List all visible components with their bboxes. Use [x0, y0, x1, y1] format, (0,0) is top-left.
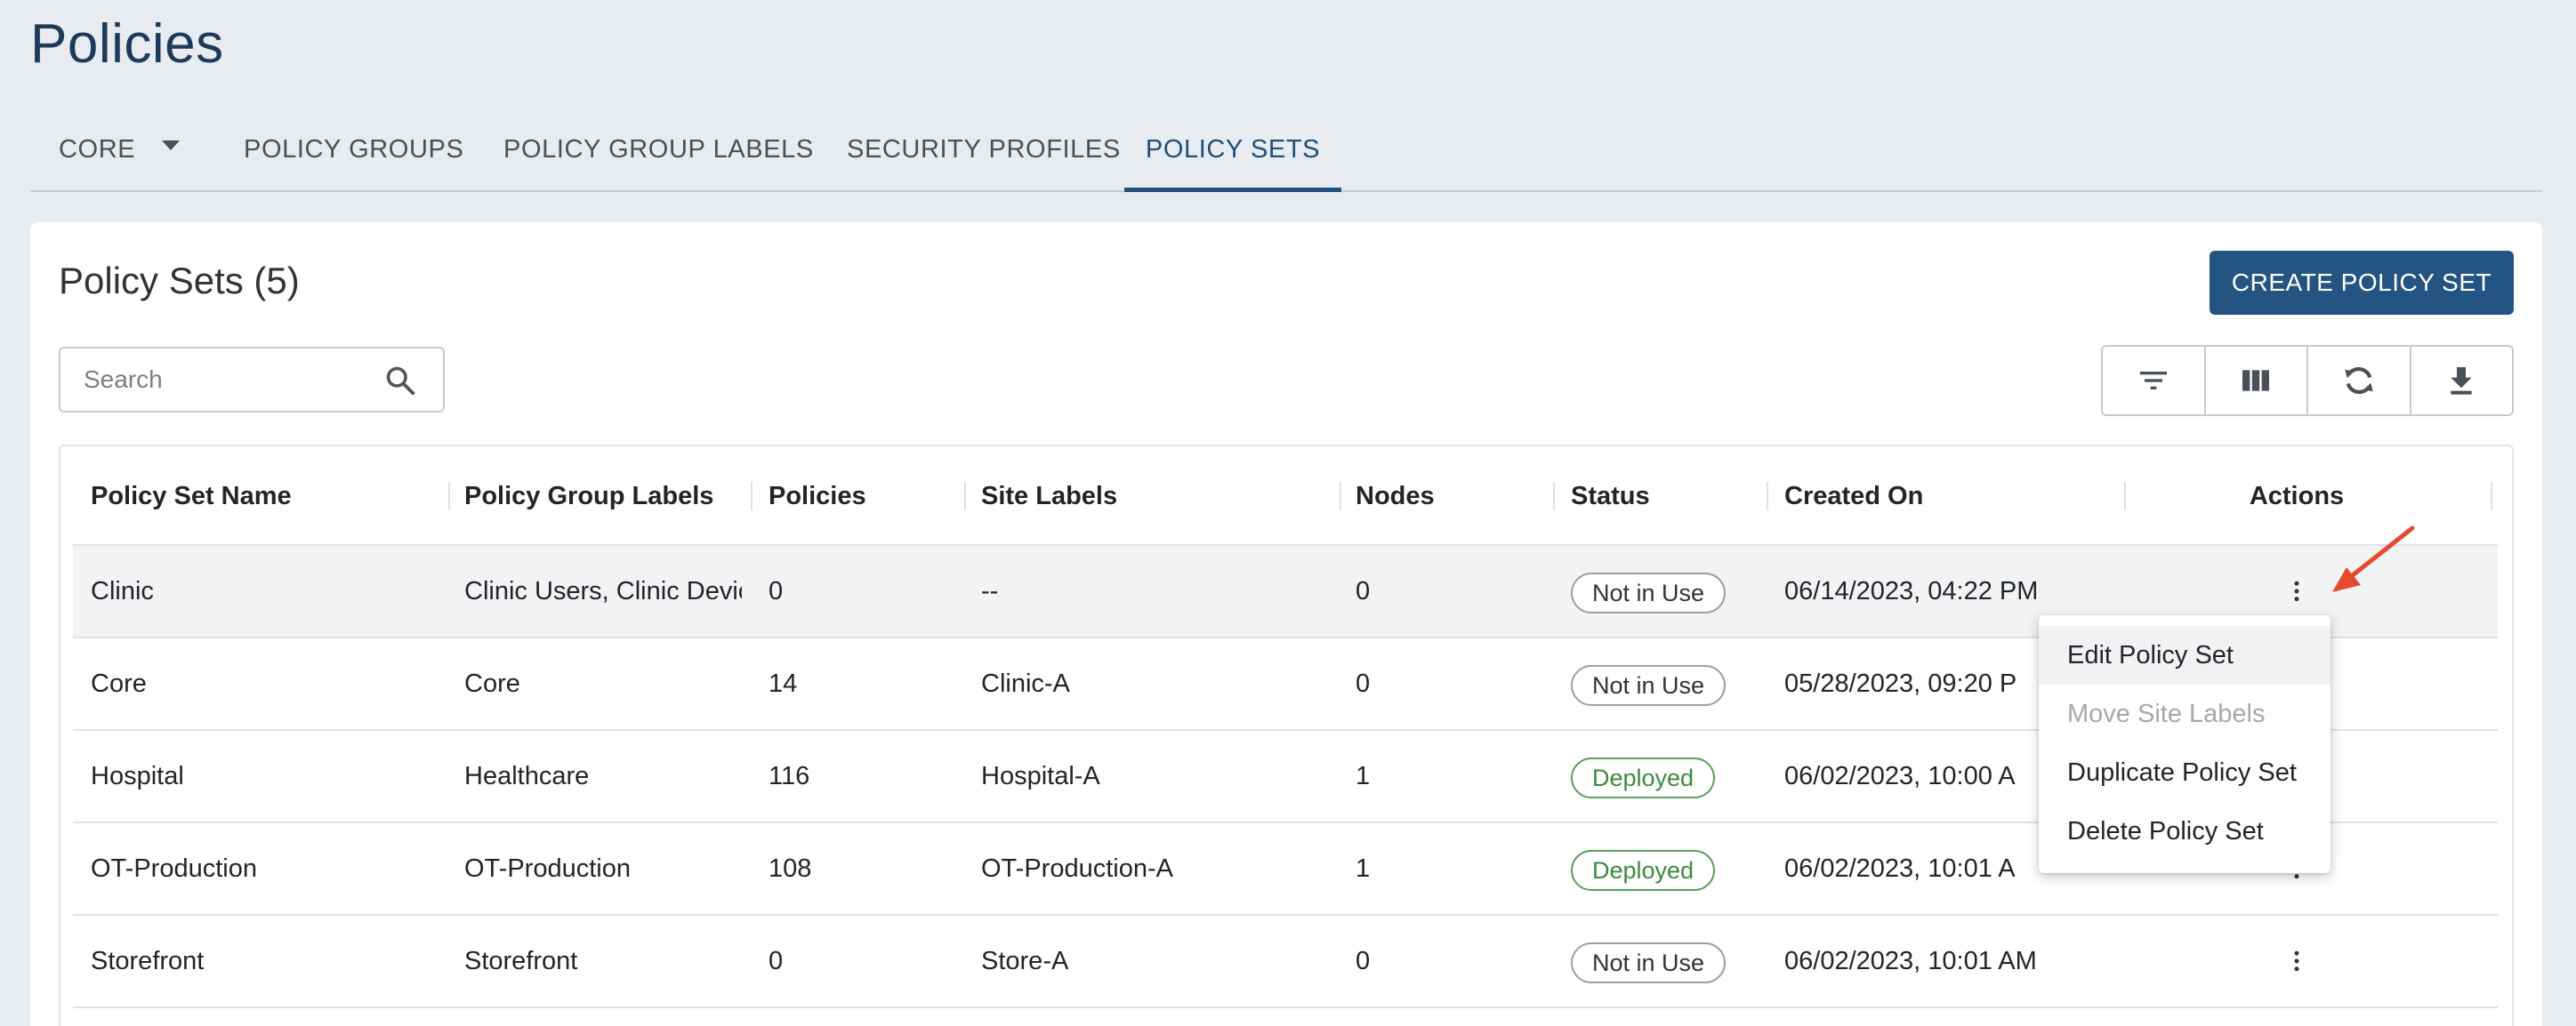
tab-security-profiles[interactable]: SECURITY PROFILES [847, 116, 1121, 192]
page-title: Policies [30, 13, 224, 75]
search-icon[interactable] [384, 365, 416, 397]
menu-item-delete-policy-set[interactable]: Delete Policy Set [2039, 802, 2330, 861]
search-box [59, 347, 445, 413]
cell-policies: 0 [769, 947, 784, 975]
cell-site-labels: Hospital-A [981, 762, 1100, 790]
table-toolbar [2101, 345, 2514, 416]
cell-nodes: 1 [1356, 762, 1371, 790]
refresh-button[interactable] [2308, 347, 2411, 414]
column-header-site-labels[interactable]: Site Labels [981, 446, 1117, 546]
filter-button[interactable] [2103, 347, 2206, 414]
tab-policy-group-labels[interactable]: POLICY GROUP LABELS [503, 116, 814, 192]
cell-nodes: 1 [1356, 854, 1371, 883]
status-badge: Not in Use [1571, 665, 1727, 706]
cell-policies: 116 [769, 762, 810, 790]
menu-item-duplicate-policy-set[interactable]: Duplicate Policy Set [2039, 743, 2330, 802]
column-separator[interactable] [448, 482, 450, 510]
cell-group-labels: Storefront [464, 947, 578, 975]
cell-created-on: 06/02/2023, 10:01 AM [1784, 947, 2037, 975]
tab-policy-sets[interactable]: POLICY SETS [1124, 116, 1341, 192]
tab-core-label: CORE [59, 135, 136, 164]
kebab-menu-icon[interactable] [2283, 578, 2310, 605]
cell-site-labels: OT-Production-A [981, 854, 1173, 883]
cell-created-on: 06/02/2023, 10:00 A [1784, 762, 2016, 790]
cell-group-labels: Clinic Users, Clinic Devic [464, 577, 742, 605]
annotation-arrow-icon [2332, 525, 2415, 592]
column-separator[interactable] [2491, 482, 2492, 510]
cell-policies: 108 [769, 854, 812, 883]
cell-name: Hospital [91, 762, 184, 790]
column-separator[interactable] [1767, 482, 1768, 510]
download-icon [2451, 367, 2472, 395]
status-badge: Not in Use [1571, 942, 1727, 983]
column-header-created-on[interactable]: Created On [1784, 446, 1923, 546]
tab-bar: CORE POLICY GROUPS POLICY GROUP LABELS S… [30, 116, 2542, 192]
columns-button[interactable] [2206, 347, 2308, 414]
cell-name: OT-Production [91, 854, 257, 883]
table-row[interactable]: Storefront Storefront 0 Store-A 0 Not in… [73, 916, 2498, 1008]
tab-core[interactable]: CORE [59, 116, 181, 192]
menu-item-edit-policy-set[interactable]: Edit Policy Set [2039, 626, 2330, 685]
filter-icon [2139, 372, 2167, 389]
cell-created-on: 06/14/2023, 04:22 PM [1784, 577, 2039, 605]
cell-name: Core [91, 669, 147, 698]
cell-group-labels: Core [464, 669, 520, 698]
column-separator[interactable] [2124, 482, 2126, 510]
cell-name: Clinic [91, 577, 154, 605]
cell-group-labels: OT-Production [464, 854, 631, 883]
cell-site-labels: Clinic-A [981, 669, 1070, 698]
status-badge: Not in Use [1571, 573, 1727, 613]
cell-created-on: 05/28/2023, 09:20 P [1784, 669, 2017, 698]
actions-dropdown-menu: Edit Policy Set Move Site Labels Duplica… [2039, 615, 2330, 873]
cell-group-labels: Healthcare [464, 762, 590, 790]
column-separator[interactable] [1553, 482, 1555, 510]
column-header-status[interactable]: Status [1571, 446, 1650, 546]
kebab-menu-icon[interactable] [2283, 948, 2310, 974]
cell-nodes: 0 [1356, 577, 1371, 605]
columns-icon [2242, 370, 2270, 391]
column-header-policies[interactable]: Policies [769, 446, 866, 546]
cell-nodes: 0 [1356, 947, 1371, 975]
create-policy-set-button[interactable]: CREATE POLICY SET [2210, 251, 2514, 315]
download-button[interactable] [2411, 347, 2513, 414]
table-header: Policy Set Name Policy Group Labels Poli… [73, 446, 2498, 546]
column-header-name[interactable]: Policy Set Name [91, 446, 292, 546]
cell-site-labels: -- [981, 577, 999, 605]
column-separator[interactable] [751, 482, 753, 510]
refresh-icon [2345, 366, 2373, 395]
cell-policies: 0 [769, 577, 784, 605]
search-input[interactable] [84, 361, 368, 398]
cell-site-labels: Store-A [981, 947, 1069, 975]
column-separator[interactable] [964, 482, 966, 510]
column-header-group-labels[interactable]: Policy Group Labels [464, 446, 713, 546]
status-badge: Deployed [1571, 850, 1716, 891]
cell-policies: 14 [769, 669, 798, 698]
column-header-nodes[interactable]: Nodes [1356, 446, 1435, 546]
cell-name: Storefront [91, 947, 205, 975]
menu-item-move-site-labels: Move Site Labels [2067, 700, 2266, 728]
card-title: Policy Sets (5) [59, 260, 300, 301]
chevron-down-icon [162, 140, 181, 150]
tab-policy-groups[interactable]: POLICY GROUPS [244, 116, 463, 192]
cell-nodes: 0 [1356, 669, 1371, 698]
cell-created-on: 06/02/2023, 10:01 A [1784, 854, 2016, 883]
status-badge: Deployed [1571, 757, 1716, 798]
column-separator[interactable] [1340, 482, 1341, 510]
